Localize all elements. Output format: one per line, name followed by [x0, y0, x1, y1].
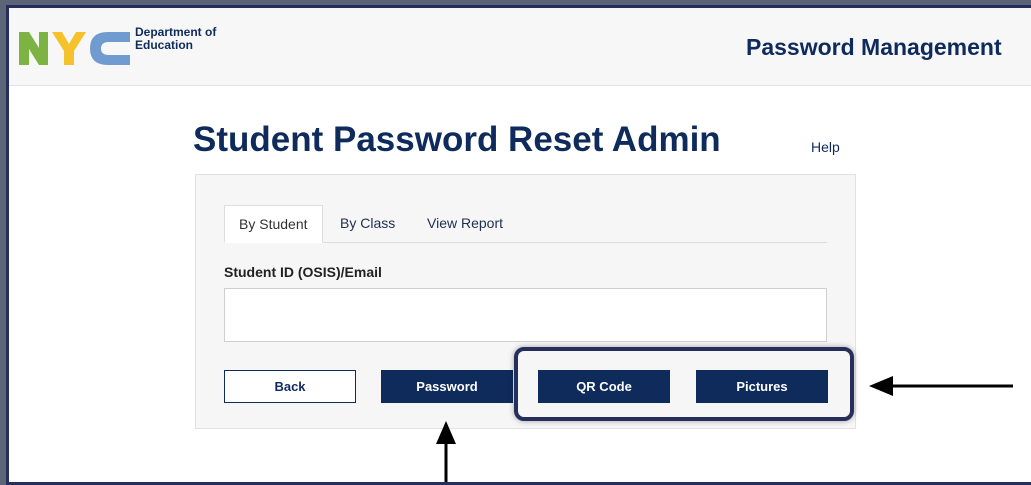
help-link[interactable]: Help [811, 139, 840, 155]
student-id-label: Student ID (OSIS)/Email [224, 264, 382, 280]
app-window: Department of Education Password Managem… [6, 5, 1031, 485]
department-line-2: Education [135, 38, 194, 52]
student-id-input[interactable] [224, 288, 827, 342]
arrow-left-icon [869, 376, 1013, 396]
annotation-highlight-box [514, 347, 854, 421]
page-title: Student Password Reset Admin [193, 120, 721, 159]
app-title: Password Management [746, 34, 1002, 60]
header-bar: Department of Education Password Managem… [9, 8, 1031, 86]
back-button[interactable]: Back [224, 370, 356, 403]
arrow-up-icon [436, 421, 456, 482]
nyc-logo [19, 32, 130, 65]
tab-by-student[interactable]: By Student [224, 205, 323, 243]
tab-by-class[interactable]: By Class [340, 205, 395, 242]
password-button[interactable]: Password [381, 370, 513, 403]
department-name: Department of Education [135, 26, 216, 52]
tab-bar: By Student By Class View Report [224, 205, 827, 243]
tab-view-report[interactable]: View Report [427, 205, 503, 242]
